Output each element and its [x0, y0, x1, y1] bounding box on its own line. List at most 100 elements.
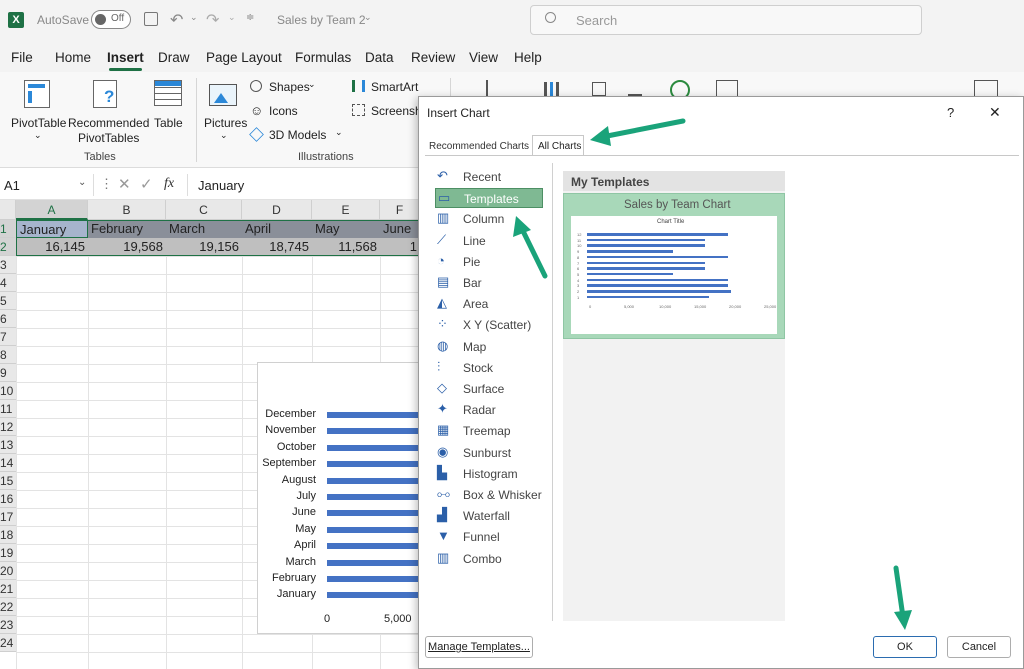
- row-header-9[interactable]: 9: [0, 364, 16, 382]
- row-header-4[interactable]: 4: [0, 274, 16, 292]
- pictures-button[interactable]: Pictures ⌄: [202, 78, 247, 140]
- row-header-1[interactable]: 1: [0, 220, 16, 238]
- row-header-17[interactable]: 17: [0, 508, 16, 526]
- insert-function-icon[interactable]: fx: [164, 176, 174, 192]
- chart-type-surface[interactable]: ◇ Surface: [435, 379, 543, 399]
- chart-type-box-whisker[interactable]: ⧟ Box & Whisker: [435, 485, 543, 505]
- chart-type-histogram[interactable]: ▙ Histogram: [435, 464, 543, 484]
- menu-draw[interactable]: Draw: [158, 50, 190, 65]
- menu-file[interactable]: File: [11, 50, 33, 65]
- menu-data[interactable]: Data: [365, 50, 394, 65]
- row-header-14[interactable]: 14: [0, 454, 16, 472]
- smartart-icon: [352, 80, 365, 92]
- chart-type-line[interactable]: ⟋ Line: [435, 231, 543, 251]
- row-header-21[interactable]: 21: [0, 580, 16, 598]
- icons-button[interactable]: ☺ Icons: [250, 102, 310, 120]
- chart-type-stock[interactable]: ⫶ Stock: [435, 358, 543, 378]
- chart-type-combo[interactable]: ▥ Combo: [435, 549, 543, 569]
- redo-icon[interactable]: ↷: [206, 10, 219, 30]
- tab-recommended-charts[interactable]: Recommended Charts: [429, 141, 529, 152]
- chart-type-waterfall[interactable]: ▟ Waterfall: [435, 506, 543, 526]
- chart-type-recent[interactable]: ↶ Recent: [435, 167, 543, 187]
- tab-all-charts[interactable]: All Charts: [532, 135, 584, 156]
- 3d-models-dropdown-icon: ⌄: [335, 127, 343, 137]
- row-header-13[interactable]: 13: [0, 436, 16, 454]
- row-header-6[interactable]: 6: [0, 310, 16, 328]
- row-header-3[interactable]: 3: [0, 256, 16, 274]
- row-header-12[interactable]: 12: [0, 418, 16, 436]
- menu-home[interactable]: Home: [55, 50, 91, 65]
- name-box[interactable]: A1 ⌄: [0, 174, 94, 196]
- column-header-d[interactable]: D: [242, 200, 312, 220]
- chart-type-area[interactable]: ◭ Area: [435, 294, 543, 314]
- manage-templates-button[interactable]: Manage Templates...: [425, 636, 533, 658]
- screenshot-button[interactable]: Screensho: [352, 102, 418, 120]
- embedded-bar-chart[interactable]: December November October September August Ju…: [257, 362, 421, 634]
- template-card-sales-by-team[interactable]: Sales by Team Chart Chart Title 12 11 10 9 8…: [563, 193, 785, 339]
- column-header-e[interactable]: E: [312, 200, 380, 220]
- chart-type-column[interactable]: ▥ Column: [435, 209, 543, 229]
- row-header-16[interactable]: 16: [0, 490, 16, 508]
- select-all-corner[interactable]: [0, 200, 16, 220]
- column-header-c[interactable]: C: [166, 200, 242, 220]
- smartart-button[interactable]: SmartArt: [352, 78, 422, 96]
- document-title[interactable]: Sales by Team 2: [277, 13, 366, 27]
- row-header-10[interactable]: 10: [0, 382, 16, 400]
- template-card-title: Sales by Team Chart: [624, 199, 731, 211]
- chart-type-radar[interactable]: ✦ Radar: [435, 400, 543, 420]
- row-header-8[interactable]: 8: [0, 346, 16, 364]
- row-header-15[interactable]: 15: [0, 472, 16, 490]
- undo-dropdown-icon[interactable]: ⌄: [190, 12, 198, 23]
- menu-view[interactable]: View: [469, 50, 498, 65]
- row-header-7[interactable]: 7: [0, 328, 16, 346]
- row-header-22[interactable]: 22: [0, 598, 16, 616]
- chart-type-pie[interactable]: ◔ Pie: [435, 252, 543, 272]
- row-header-20[interactable]: 20: [0, 562, 16, 580]
- close-icon[interactable]: ✕: [989, 104, 1001, 121]
- column-header-f[interactable]: F: [380, 200, 420, 220]
- column-header-a[interactable]: A: [16, 200, 88, 220]
- formula-input[interactable]: January: [187, 174, 427, 196]
- table-button[interactable]: Table: [150, 78, 188, 140]
- customize-qat-icon[interactable]: ≑: [246, 12, 254, 23]
- save-icon[interactable]: [144, 12, 158, 26]
- chart-type-map[interactable]: ◍ Map: [435, 337, 543, 357]
- column-header-b[interactable]: B: [88, 200, 166, 220]
- cancel-entry-icon[interactable]: ✕: [118, 175, 131, 193]
- row-header-2[interactable]: 2: [0, 238, 16, 256]
- recommended-pivottables-button[interactable]: ? Recommended PivotTables: [68, 78, 149, 145]
- chart-type-funnel[interactable]: ▼ Funnel: [435, 527, 543, 547]
- chart-type-sunburst[interactable]: ◉ Sunburst: [435, 443, 543, 463]
- pivottable-button[interactable]: PivotTable ⌄: [6, 78, 68, 140]
- menu-help[interactable]: Help: [514, 50, 542, 65]
- row-header-19[interactable]: 19: [0, 544, 16, 562]
- shapes-button[interactable]: Shapes ⌄: [250, 78, 320, 96]
- row-header-23[interactable]: 23: [0, 616, 16, 634]
- menu-review[interactable]: Review: [411, 50, 455, 65]
- undo-icon[interactable]: ↶: [170, 10, 183, 30]
- row-header-11[interactable]: 11: [0, 400, 16, 418]
- autosave-toggle[interactable]: Off: [91, 10, 131, 29]
- title-dropdown-icon[interactable]: ⌄: [364, 12, 372, 23]
- chart-type-bar[interactable]: ▤ Bar: [435, 273, 543, 293]
- enter-icon[interactable]: ✓: [140, 175, 153, 193]
- name-box-dropdown-icon[interactable]: ⌄: [78, 177, 86, 188]
- row-header-18[interactable]: 18: [0, 526, 16, 544]
- menu-page-layout[interactable]: Page Layout: [206, 50, 282, 65]
- row-header-24[interactable]: 24: [0, 634, 16, 652]
- chart-type-templates[interactable]: ▭ Templates: [435, 188, 543, 209]
- ok-button[interactable]: OK: [873, 636, 937, 658]
- worksheet[interactable]: A B C D E F 1 2 3 4 5 6 7 8 9 10 11 12 13 14 15 16 17 18 1…: [0, 200, 421, 669]
- menu-insert[interactable]: Insert: [107, 50, 144, 71]
- chart-type-x-y-scatter[interactable]: ⁘ X Y (Scatter): [435, 315, 543, 335]
- redo-dropdown-icon[interactable]: ⌄: [228, 12, 236, 23]
- cancel-button[interactable]: Cancel: [947, 636, 1011, 658]
- 3d-models-button[interactable]: 3D Models ⌄: [249, 126, 350, 144]
- row-header-5[interactable]: 5: [0, 292, 16, 310]
- search-box[interactable]: Search: [530, 5, 922, 35]
- chart-type-treemap[interactable]: ▦ Treemap: [435, 421, 543, 441]
- help-button[interactable]: ?: [947, 105, 954, 120]
- more-options-icon[interactable]: ⋮: [100, 176, 113, 192]
- menu-formulas[interactable]: Formulas: [295, 50, 351, 65]
- autosave-state: Off: [111, 13, 125, 24]
